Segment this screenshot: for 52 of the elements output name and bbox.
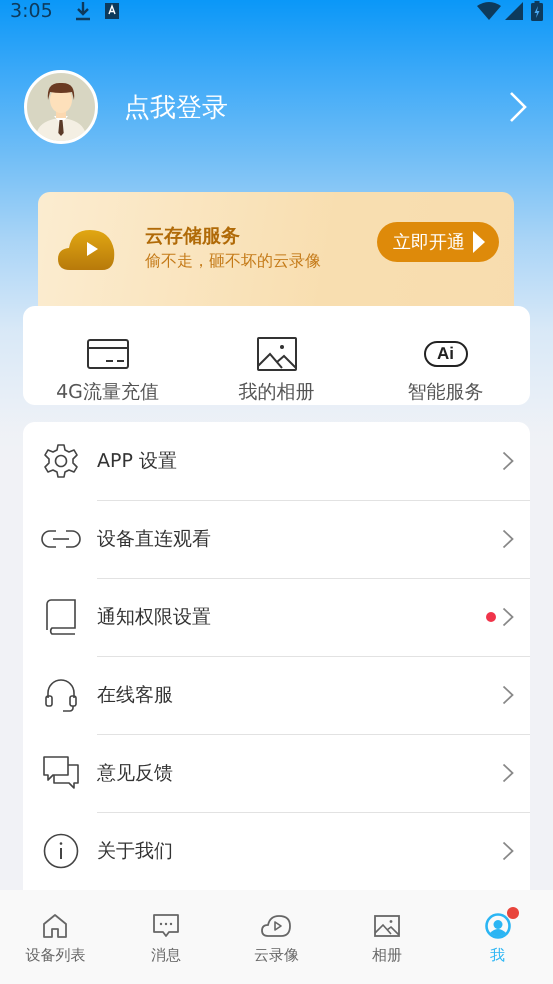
banner-title: 云存储服务 (145, 224, 241, 249)
image-icon (256, 337, 296, 371)
chevron-right-icon (502, 451, 514, 471)
menu-item-label: 关于我们 (97, 839, 174, 864)
settings-icon (43, 443, 79, 479)
message-icon (152, 914, 179, 938)
chevron-right-icon (502, 841, 514, 861)
menu-item-label: 意见反馈 (97, 761, 174, 786)
chevron-right-icon (502, 529, 514, 549)
menu-item[interactable]: 设备直连观看 (23, 500, 530, 578)
banner-subtitle: 偷不走，砸不坏的云录像 (145, 250, 322, 272)
book-icon (46, 599, 76, 635)
cloud-play-icon (58, 228, 116, 270)
quick-action-label: 4G流量充值 (56, 380, 159, 405)
battery-icon (531, 1, 543, 21)
headset-icon (45, 678, 77, 712)
info-icon (43, 833, 79, 869)
cloud-play-icon (261, 915, 292, 937)
clock: 3:05 (10, 0, 53, 22)
menu-item[interactable]: APP 设置 (23, 422, 530, 500)
menu-item-label: 通知权限设置 (97, 605, 212, 630)
signal-icon (505, 2, 523, 20)
quick-action[interactable]: 4G流量充值 (23, 306, 192, 405)
tab[interactable]: 设备列表 (0, 890, 111, 984)
tab[interactable]: 云录像 (221, 890, 332, 984)
chevron-right-icon (502, 685, 514, 705)
user-icon (484, 913, 511, 939)
quick-action[interactable]: 我的相册 (192, 306, 361, 405)
quick-action-label: 智能服务 (408, 380, 484, 405)
home-icon (42, 914, 68, 938)
link-icon (41, 530, 81, 548)
quick-action-label: 我的相册 (238, 380, 314, 405)
chevron-right-icon (502, 763, 514, 783)
menu-item-label: 在线客服 (97, 683, 174, 708)
tab[interactable]: 消息 (110, 890, 222, 984)
quick-action[interactable]: Ai 智能服务 (361, 306, 530, 405)
menu-item[interactable]: 在线客服 (23, 656, 530, 734)
menu-item[interactable]: 关于我们 (23, 812, 530, 890)
menu-item[interactable]: 通知权限设置 (23, 578, 530, 656)
download-icon (74, 1, 91, 21)
menu-item-label: 设备直连观看 (97, 527, 212, 552)
tab[interactable]: 相册 (332, 890, 442, 984)
menu-item-label: APP 设置 (97, 449, 178, 474)
chat-bubbles-icon (43, 756, 79, 790)
menu-item[interactable]: 意见反馈 (23, 734, 530, 812)
play-icon (473, 231, 485, 253)
sim-card-icon (86, 339, 128, 369)
ai-icon: Ai (424, 341, 468, 367)
wifi-icon (477, 2, 501, 20)
chevron-right-icon (502, 607, 514, 627)
image-icon (374, 915, 400, 937)
keyboard-icon (104, 3, 119, 19)
